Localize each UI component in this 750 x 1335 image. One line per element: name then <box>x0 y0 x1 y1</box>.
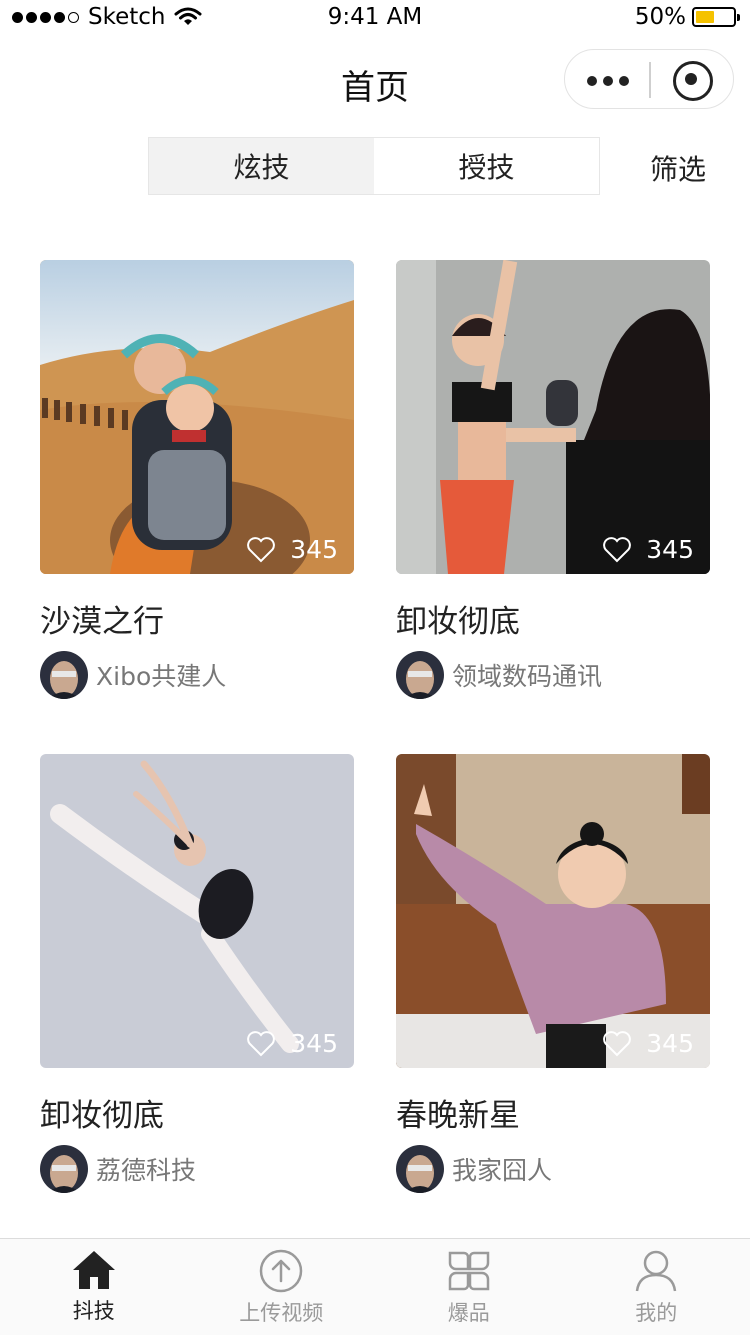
filter-button[interactable]: 筛选 <box>650 148 706 188</box>
author-name[interactable]: Xibo共建人 <box>96 657 226 693</box>
video-title[interactable]: 卸妆彻底 <box>40 1090 354 1135</box>
tab-label: 抖技 <box>73 1295 115 1325</box>
author-name[interactable]: 领域数码通讯 <box>452 657 602 693</box>
home-icon <box>71 1249 117 1291</box>
heart-icon[interactable] <box>246 537 276 563</box>
tab-baopin[interactable]: 爆品 <box>375 1239 563 1335</box>
author-row[interactable]: Xibo共建人 <box>40 651 354 699</box>
more-icon[interactable] <box>587 76 635 86</box>
video-thumbnail[interactable]: 345 <box>396 754 710 1068</box>
video-card[interactable]: 345 沙漠之行 Xibo共建人 <box>40 260 354 699</box>
upload-icon <box>258 1249 304 1293</box>
capsule-divider <box>649 62 651 98</box>
tab-shouji[interactable]: 授技 <box>374 138 599 194</box>
author-row[interactable]: 我家囧人 <box>396 1145 710 1193</box>
video-card[interactable]: 345 春晚新星 我家囧人 <box>396 754 710 1193</box>
video-card[interactable]: 345 卸妆彻底 荔德科技 <box>40 754 354 1193</box>
like-count: 345 <box>602 535 694 564</box>
video-title[interactable]: 沙漠之行 <box>40 596 354 641</box>
close-target-icon[interactable] <box>673 61 713 101</box>
tab-xuanji[interactable]: 炫技 <box>149 138 374 194</box>
tab-doují[interactable]: 抖技 <box>0 1239 188 1335</box>
mini-program-capsule <box>564 49 734 109</box>
status-bar: Sketch 9:41 AM 50% <box>0 0 750 40</box>
like-count-value: 345 <box>290 1029 338 1058</box>
tab-label: 我的 <box>635 1297 677 1327</box>
battery-percent: 50% <box>635 4 686 30</box>
tab-me[interactable]: 我的 <box>563 1239 750 1335</box>
like-count: 345 <box>246 535 338 564</box>
video-thumbnail[interactable]: 345 <box>396 260 710 574</box>
avatar[interactable] <box>396 651 444 699</box>
user-icon <box>633 1249 679 1293</box>
status-right: 50% <box>635 4 736 30</box>
tab-upload-video[interactable]: 上传视频 <box>188 1239 376 1335</box>
navigation-bar: 首页 <box>0 40 750 128</box>
like-count: 345 <box>602 1029 694 1058</box>
video-card[interactable]: 345 卸妆彻底 领域数码通讯 <box>396 260 710 699</box>
heart-icon[interactable] <box>246 1031 276 1057</box>
video-title[interactable]: 卸妆彻底 <box>396 596 710 641</box>
like-count-value: 345 <box>646 1029 694 1058</box>
video-title[interactable]: 春晚新星 <box>396 1090 710 1135</box>
avatar[interactable] <box>40 1145 88 1193</box>
tab-label: 爆品 <box>448 1297 490 1327</box>
like-count-value: 345 <box>646 535 694 564</box>
author-name[interactable]: 荔德科技 <box>96 1151 196 1187</box>
avatar[interactable] <box>396 1145 444 1193</box>
author-name[interactable]: 我家囧人 <box>452 1151 552 1187</box>
battery-icon <box>692 7 736 27</box>
segmented-control: 炫技 授技 <box>148 137 600 195</box>
heart-icon[interactable] <box>602 1031 632 1057</box>
avatar[interactable] <box>40 651 88 699</box>
video-thumbnail[interactable]: 345 <box>40 754 354 1068</box>
tab-label: 上传视频 <box>239 1297 323 1327</box>
video-thumbnail[interactable]: 345 <box>40 260 354 574</box>
like-count-value: 345 <box>290 535 338 564</box>
heart-icon[interactable] <box>602 537 632 563</box>
author-row[interactable]: 荔德科技 <box>40 1145 354 1193</box>
author-row[interactable]: 领域数码通讯 <box>396 651 710 699</box>
grid-icon <box>446 1249 492 1293</box>
tab-bar: 抖技 上传视频 爆品 我的 <box>0 1238 750 1335</box>
like-count: 345 <box>246 1029 338 1058</box>
